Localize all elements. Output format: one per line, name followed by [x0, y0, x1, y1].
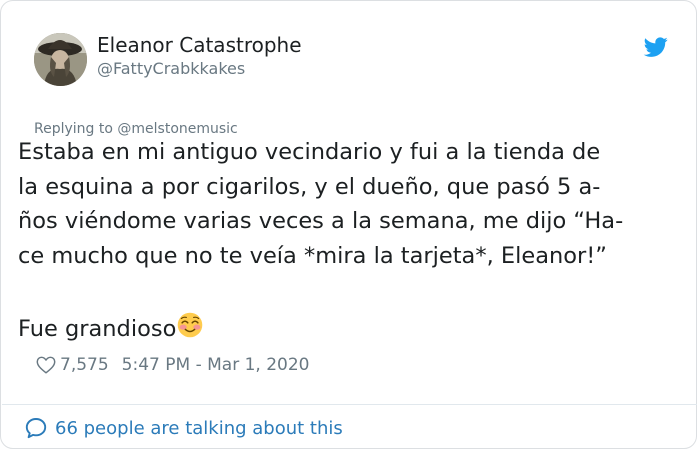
divider	[2, 404, 697, 405]
followup-text: Fue grandioso	[18, 316, 177, 342]
heart-icon[interactable]	[35, 354, 57, 376]
tweet-card: Eleanor Catastrophe @FattyCrabkkakes Rep…	[0, 0, 697, 449]
avatar[interactable]	[34, 33, 87, 86]
talking-about-text: 66 people are talking about this	[55, 417, 343, 439]
talking-about-link[interactable]: 66 people are talking about this	[24, 415, 343, 441]
twitter-bird-icon[interactable]	[642, 35, 670, 59]
like-count[interactable]: 7,575	[60, 355, 109, 375]
avatar-image	[34, 33, 87, 86]
author-handle[interactable]: @FattyCrabkkakes	[97, 59, 245, 79]
tweet-meta: 7,575 5:47 PM - Mar 1, 2020	[35, 353, 309, 377]
speech-bubble-icon	[25, 418, 47, 439]
tweet-line: ños viéndome varias veces a la semana, m…	[18, 208, 624, 234]
tweet-followup: Fue grandioso	[18, 312, 203, 346]
tweet-text: Estaba en mi antiguo vecindario y fui a …	[18, 135, 678, 273]
smiling-face-with-smiling-eyes-icon	[178, 312, 203, 338]
tweet-line: Estaba en mi antiguo vecindario y fui a …	[18, 139, 601, 165]
tweet-line: la esquina a por cigarilos, y el dueño, …	[18, 173, 601, 200]
tweet-timestamp[interactable]: 5:47 PM - Mar 1, 2020	[122, 355, 310, 375]
author-name[interactable]: Eleanor Catastrophe	[97, 33, 302, 57]
tweet-line: ce mucho que no te veía *mira la tarjeta…	[18, 242, 607, 269]
